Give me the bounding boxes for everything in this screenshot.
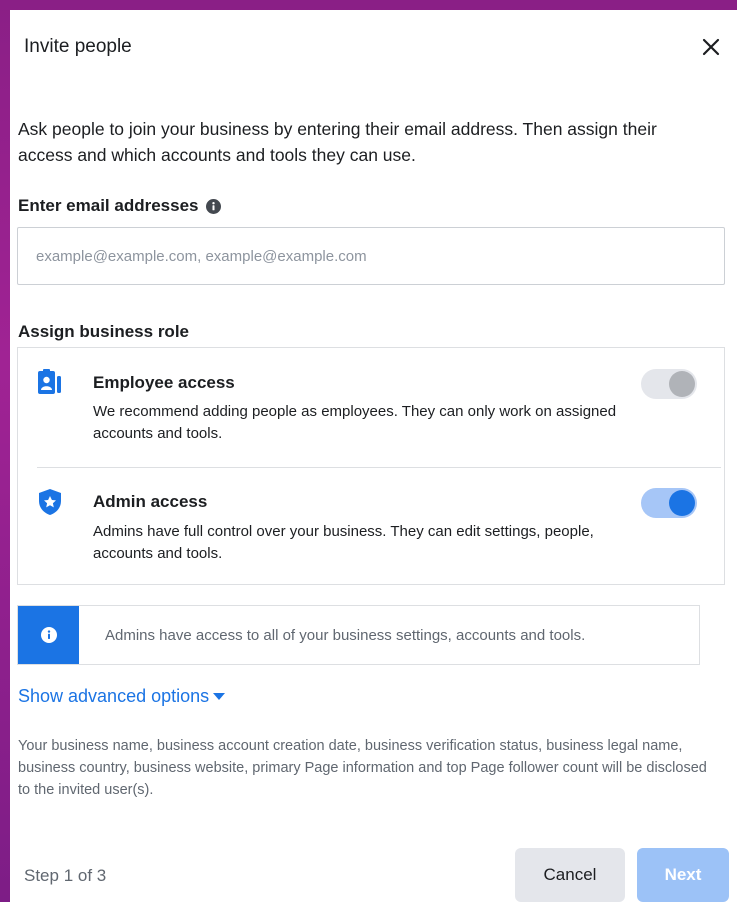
role-label: Assign business role <box>18 322 189 341</box>
admin-info-banner: Admins have access to all of your busine… <box>17 605 700 665</box>
email-label: Enter email addresses <box>18 196 222 216</box>
caret-down-icon <box>213 692 226 700</box>
employee-badge-icon <box>37 368 63 396</box>
role-options: Employee access We recommend adding peop… <box>17 347 725 585</box>
disclosure-text: Your business name, business account cre… <box>18 738 707 798</box>
employee-access-title: Employee access <box>93 373 235 392</box>
show-advanced-options-link[interactable]: Show advanced options <box>18 686 226 707</box>
invite-people-dialog: Invite people Ask people to join your bu… <box>10 10 737 902</box>
divider <box>37 467 721 468</box>
admin-access-toggle[interactable] <box>641 488 697 518</box>
next-button[interactable]: Next <box>637 848 729 902</box>
email-input[interactable] <box>17 227 725 285</box>
dialog-title: Invite people <box>24 36 132 57</box>
shield-star-icon <box>37 488 63 516</box>
email-label-text: Enter email addresses <box>18 196 199 215</box>
close-icon[interactable] <box>698 34 724 60</box>
advanced-options-label: Show advanced options <box>18 686 210 706</box>
admin-access-description: Admins have full control over your busin… <box>93 523 594 562</box>
banner-text: Admins have access to all of your busine… <box>105 626 586 644</box>
admin-access-title: Admin access <box>93 492 208 511</box>
cancel-button[interactable]: Cancel <box>515 848 625 902</box>
dialog-description: Ask people to join your business by ente… <box>18 119 657 165</box>
toggle-knob <box>669 371 695 397</box>
info-icon[interactable] <box>206 198 222 214</box>
employee-access-toggle[interactable] <box>641 369 697 399</box>
employee-access-description: We recommend adding people as employees.… <box>93 403 617 442</box>
toggle-knob <box>669 490 695 516</box>
step-indicator: Step 1 of 3 <box>24 866 107 885</box>
banner-info-icon <box>18 606 79 664</box>
